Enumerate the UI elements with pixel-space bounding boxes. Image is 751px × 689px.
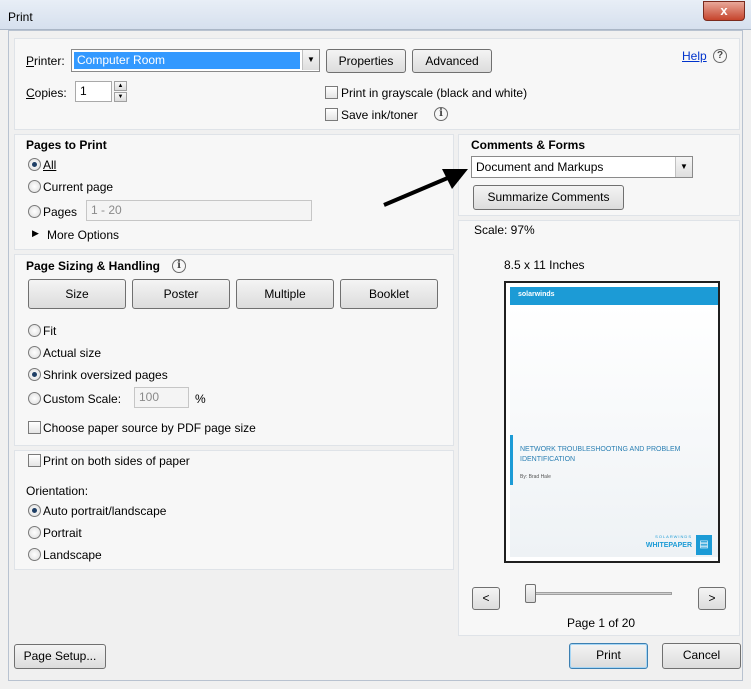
properties-button[interactable]: Properties: [326, 49, 406, 73]
help-link[interactable]: Help: [682, 49, 707, 63]
fit-label: Fit: [43, 324, 57, 338]
pages-current-radio[interactable]: [28, 180, 41, 193]
close-button[interactable]: x: [703, 1, 745, 21]
chevron-down-icon[interactable]: ▼: [675, 157, 692, 177]
pages-range-input[interactable]: 1 - 20: [86, 200, 312, 221]
window-title: Print: [8, 10, 33, 24]
preview-page-brand: SOLARWINDS: [655, 534, 692, 539]
info-icon[interactable]: i: [172, 259, 186, 273]
page-preview: solarwinds NETWORK TROUBLESHOOTING AND P…: [504, 281, 720, 563]
help-icon[interactable]: ?: [713, 49, 727, 63]
more-options-toggle[interactable]: More Options: [47, 228, 119, 242]
page-slider-track[interactable]: [530, 592, 672, 595]
comments-value: Document and Markups: [476, 160, 604, 174]
booklet-button[interactable]: Booklet: [340, 279, 438, 309]
shrink-oversized-radio[interactable]: [28, 368, 41, 381]
custom-scale-label: Custom Scale:: [43, 392, 122, 406]
pages-current-label: Current page: [43, 180, 114, 194]
arrow-annotation: [383, 169, 468, 207]
paper-source-checkbox[interactable]: [28, 421, 41, 434]
comments-dropdown[interactable]: Document and Markups ▼: [471, 156, 693, 178]
preview-page-header: solarwinds: [510, 287, 718, 305]
preview-page-logo: solarwinds: [518, 291, 555, 298]
poster-button[interactable]: Poster: [132, 279, 230, 309]
auto-orientation-label: Auto portrait/landscape: [43, 504, 167, 518]
auto-orientation-radio[interactable]: [28, 504, 41, 517]
printer-label: Printer:: [26, 54, 65, 68]
printer-value: Computer Room: [77, 53, 166, 67]
portrait-radio[interactable]: [28, 526, 41, 539]
page-setup-button[interactable]: Page Setup...: [14, 644, 106, 669]
print-button[interactable]: Print: [569, 643, 648, 669]
fit-radio[interactable]: [28, 324, 41, 337]
preview-page-author: By: Brad Hale: [520, 474, 551, 480]
both-sides-label: Print on both sides of paper: [43, 454, 190, 468]
actual-size-radio[interactable]: [28, 346, 41, 359]
percent-label: %: [195, 392, 206, 406]
grayscale-label: Print in grayscale (black and white): [341, 86, 528, 100]
document-icon: ▤: [696, 535, 712, 555]
preview-page-title: NETWORK TROUBLESHOOTING AND PROBLEM IDEN…: [520, 446, 681, 463]
pages-range-label: Pages: [43, 205, 78, 219]
page-sizing-title: Page Sizing & Handling: [26, 259, 161, 273]
shrink-oversized-label: Shrink oversized pages: [43, 368, 168, 382]
arrow-shaft: [383, 175, 451, 207]
preview-page-accent: [510, 435, 513, 485]
cancel-button[interactable]: Cancel: [662, 643, 741, 669]
next-page-button[interactable]: >: [698, 587, 726, 610]
summarize-comments-button[interactable]: Summarize Comments: [473, 185, 624, 210]
info-icon[interactable]: i: [434, 107, 448, 121]
orientation-title: Orientation:: [26, 484, 89, 498]
actual-size-label: Actual size: [43, 346, 102, 360]
size-button[interactable]: Size: [28, 279, 126, 309]
landscape-label: Landscape: [43, 548, 102, 562]
page-slider-thumb[interactable]: [525, 584, 536, 603]
pages-all-radio[interactable]: [28, 158, 41, 171]
pages-to-print-title: Pages to Print: [26, 138, 107, 152]
prev-page-button[interactable]: <: [472, 587, 500, 610]
pages-range-radio[interactable]: [28, 205, 41, 218]
multiple-button[interactable]: Multiple: [236, 279, 334, 309]
preview-page-body: [510, 305, 718, 557]
triangle-right-icon[interactable]: ▶: [32, 228, 39, 239]
preview-page-tag: WHITEPAPER: [645, 542, 692, 549]
save-ink-checkbox[interactable]: [325, 108, 338, 121]
advanced-button[interactable]: Advanced: [412, 49, 492, 73]
copies-label: Copies:: [26, 86, 67, 100]
copies-input[interactable]: 1: [75, 81, 112, 102]
paper-source-label: Choose paper source by PDF page size: [43, 421, 256, 435]
custom-scale-input[interactable]: 100: [134, 387, 189, 408]
grayscale-checkbox[interactable]: [325, 86, 338, 99]
both-sides-checkbox[interactable]: [28, 454, 41, 467]
page-indicator: Page 1 of 20: [567, 616, 636, 630]
save-ink-label: Save ink/toner: [341, 108, 418, 122]
chevron-down-icon[interactable]: ▼: [302, 50, 319, 70]
scale-text: Scale: 97%: [474, 223, 535, 237]
portrait-label: Portrait: [43, 526, 82, 540]
copies-increment-icon[interactable]: ▲: [114, 81, 127, 91]
copies-decrement-icon[interactable]: ▼: [114, 92, 127, 102]
custom-scale-radio[interactable]: [28, 392, 41, 405]
landscape-radio[interactable]: [28, 548, 41, 561]
comments-forms-title: Comments & Forms: [471, 138, 586, 152]
paper-size-text: 8.5 x 11 Inches: [504, 258, 585, 272]
pages-all-label: All: [43, 158, 57, 172]
title-bar: [0, 0, 751, 30]
printer-dropdown[interactable]: Computer Room ▼: [71, 49, 320, 72]
